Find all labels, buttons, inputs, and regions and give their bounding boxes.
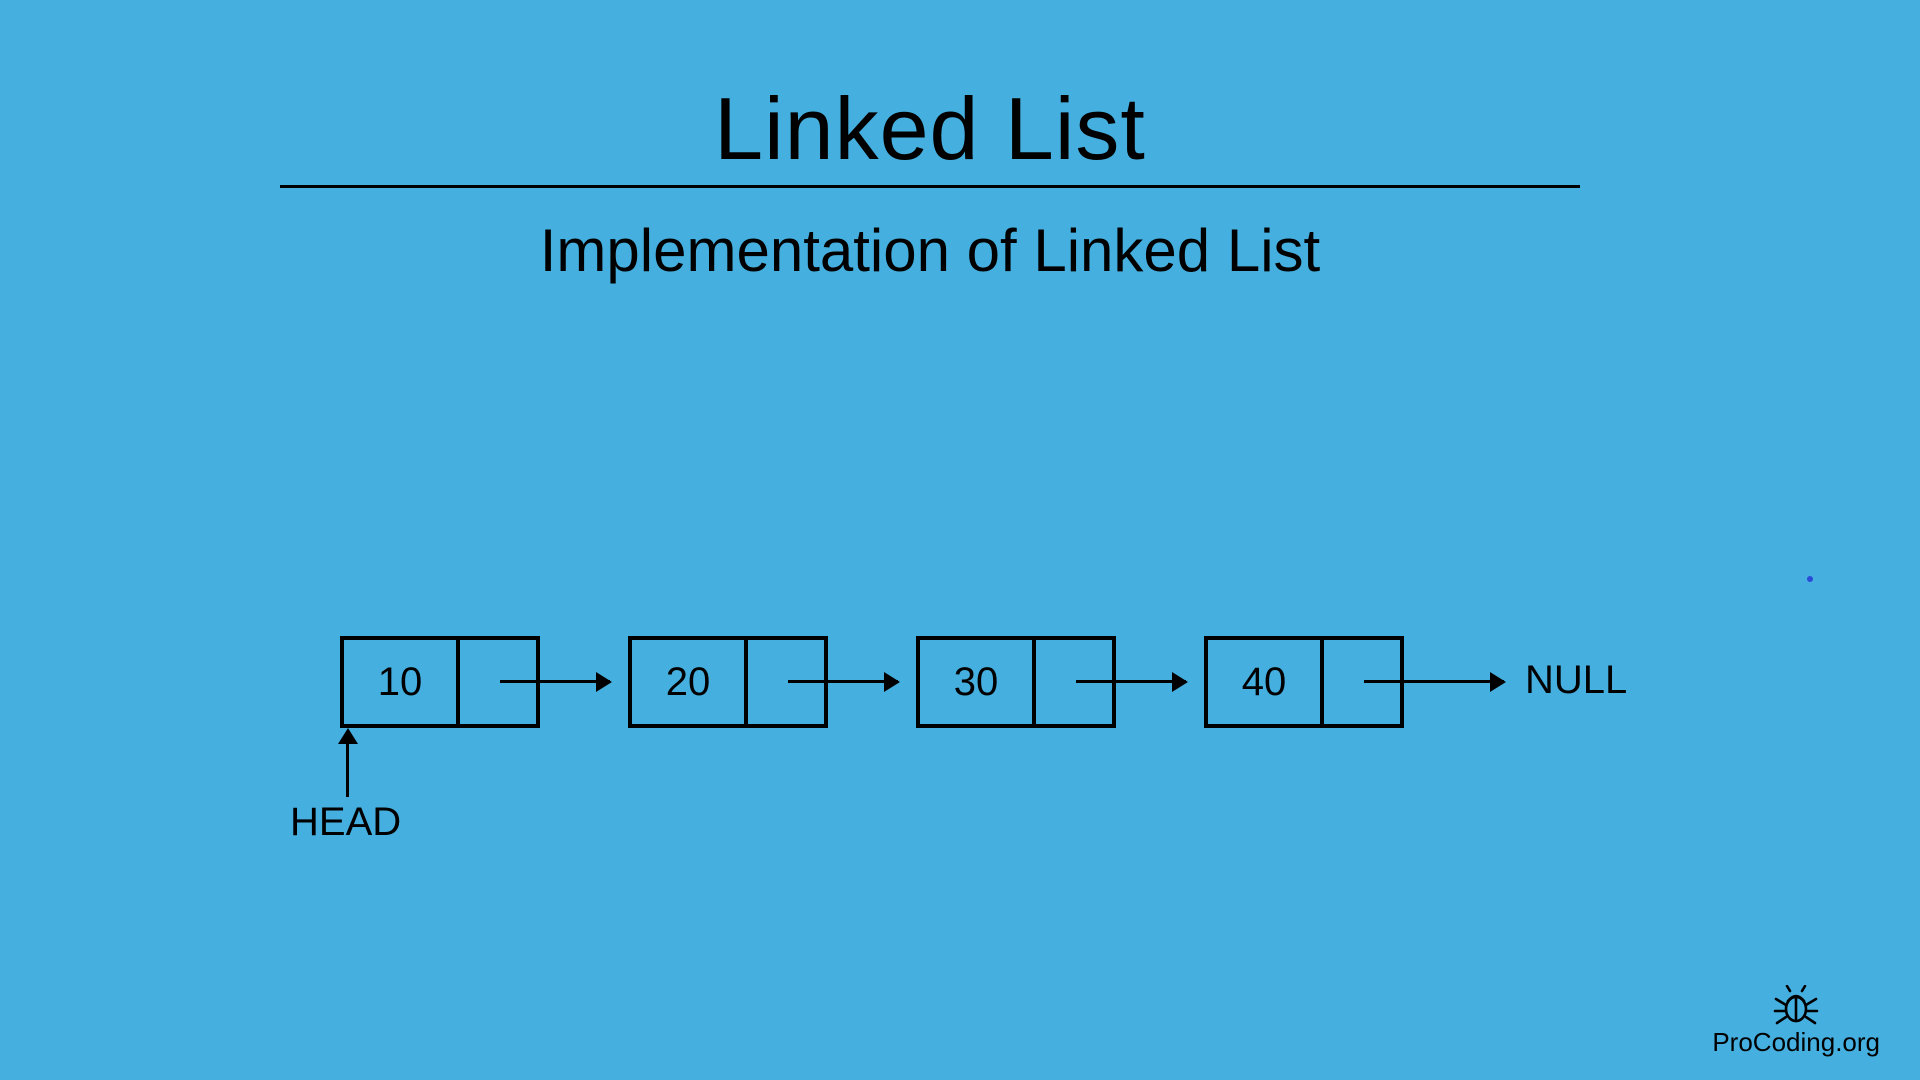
linked-list-diagram: 10 20 30 40 NULL HEAD [0, 0, 1920, 1080]
node-data-cell: 20 [628, 636, 748, 728]
arrow-right-icon [1364, 680, 1504, 683]
arrow-up-icon [346, 732, 349, 797]
arrow-right-icon [500, 680, 610, 683]
head-label: HEAD [290, 800, 401, 845]
arrow-right-icon [788, 680, 898, 683]
bug-icon [1773, 985, 1819, 1025]
decorative-dot [1807, 576, 1813, 582]
node-data-cell: 10 [340, 636, 460, 728]
brand-footer: ProCoding.org [1712, 985, 1880, 1058]
arrow-right-icon [1076, 680, 1186, 683]
node-data-cell: 30 [916, 636, 1036, 728]
null-label: NULL [1525, 658, 1627, 703]
node-data-cell: 40 [1204, 636, 1324, 728]
brand-name: ProCoding.org [1712, 1027, 1880, 1058]
